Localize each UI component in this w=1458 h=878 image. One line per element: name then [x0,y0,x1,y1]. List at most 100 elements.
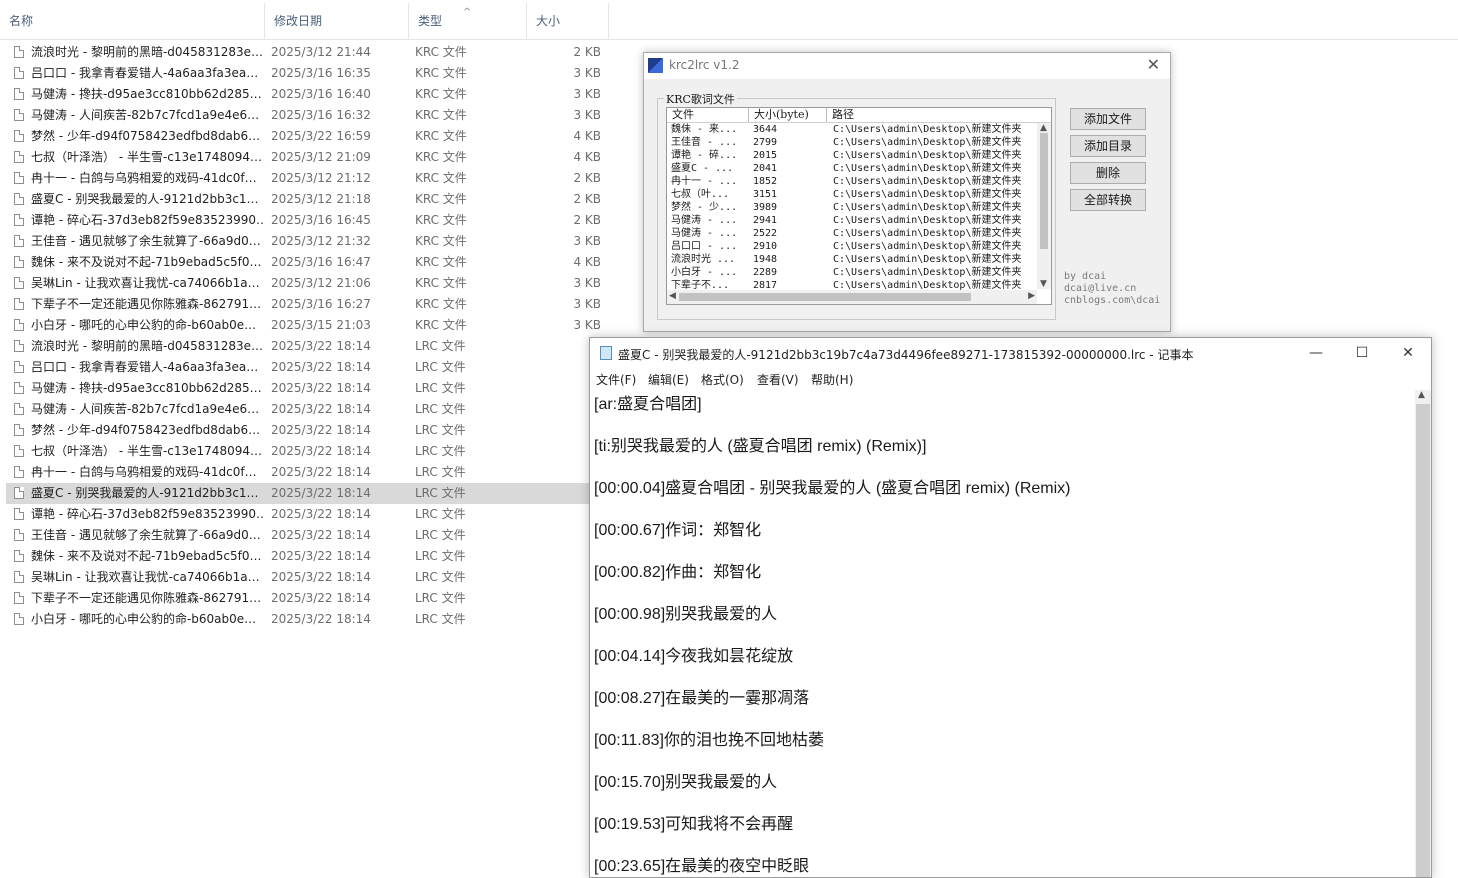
list-item[interactable]: 流浪时光 ... 1948 C:\Users\admin\Desktop\新建文件夹 [667,253,1037,266]
list-item[interactable]: 马健涛 - ... 2941 C:\Users\admin\Desktop\新建文件… [667,214,1037,227]
file-date: 2025/3/12 21:09 [271,150,371,164]
file-row[interactable]: 流浪时光 - 黎明前的黑暗-d045831283e… 2025/3/22 18:1… [6,336,608,357]
file-row[interactable]: 盛夏C - 别哭我最爱的人-9121d2bb3c1… 2025/3/12 21:1… [6,189,608,210]
scroll-down-icon[interactable]: ▼ [1040,279,1047,289]
scroll-up-icon[interactable]: ▲ [1418,390,1425,400]
scroll-thumb[interactable] [1416,404,1430,877]
file-row[interactable]: 梦然 - 少年-d94f0758423edfbd8dab6… 2025/3/22 … [6,126,608,147]
text-area[interactable]: [ar:盛夏合唱团] [ti:别哭我最爱的人 (盛夏合唱团 remix) (Rem… [590,390,1415,877]
file-row[interactable]: 冉十一 - 白鸽与乌鸦相爱的戏码-41dc0f… 2025/3/22 18:14 L… [6,462,608,483]
krc-file-listview[interactable]: 文件 大小(byte) 路径 魏佅 - 来... 3644 C:\Users\adm… [666,107,1052,305]
file-row[interactable]: 下辈子不一定还能遇见你陈雅森-862791… 2025/3/22 18:14 LRC… [6,588,608,609]
scroll-right-icon[interactable]: ▶ [1028,291,1035,301]
menu-edit[interactable]: 编辑(E) [648,371,689,388]
delete-button[interactable]: 删除 [1070,162,1146,184]
file-row[interactable]: 吴琳Lin - 让我欢喜让我忧-ca74066b1a… 2025/3/22 18:… [6,567,608,588]
list-item[interactable]: 盛夏C - ... 2041 C:\Users\admin\Desktop\新建文件… [667,162,1037,175]
header-size[interactable]: 大小(byte) [749,108,827,122]
list-item[interactable]: 王佳音 - ... 2799 C:\Users\admin\Desktop\新建文件… [667,136,1037,149]
file-size: 4 KB [573,129,601,143]
file-date: 2025/3/22 18:14 [271,507,371,521]
file-type: LRC 文件 [415,423,466,437]
add-directory-button[interactable]: 添加目录 [1070,135,1146,157]
file-icon [14,361,24,373]
file-row[interactable]: 吕口口 - 我拿青春爱错人-4a6aa3fa3ea… 2025/3/16 16:3… [6,63,608,84]
file-row[interactable]: 流浪时光 - 黎明前的黑暗-d045831283e… 2025/3/12 21:4… [6,42,608,63]
column-name[interactable]: 名称 [0,3,265,39]
column-date[interactable]: 修改日期 [265,3,409,39]
file-icon [14,487,24,499]
file-row[interactable]: 马健涛 - 搀扶-d95ae3cc810bb62d285… 2025/3/22 1… [6,378,608,399]
file-row[interactable]: 冉十一 - 白鸽与乌鸦相爱的戏码-41dc0f… 2025/3/12 21:12 K… [6,168,608,189]
file-name: 小白牙 - 哪吒的心申公豹的命-b60ab0e… [31,318,257,332]
menu-help[interactable]: 帮助(H) [811,371,853,388]
scroll-up-icon[interactable]: ▲ [1040,123,1047,133]
file-row[interactable]: 王佳音 - 遇见就够了余生就算了-66a9d0… 2025/3/12 21:32 K… [6,231,608,252]
scroll-thumb[interactable] [1040,133,1048,249]
file-row[interactable]: 马健涛 - 人间疾苦-82b7c7fcd1a9e4e6… 2025/3/22 18… [6,399,608,420]
add-file-button[interactable]: 添加文件 [1070,108,1146,130]
menu-file[interactable]: 文件(F) [596,371,636,388]
header-file[interactable]: 文件 [667,108,749,122]
file-name: 冉十一 - 白鸽与乌鸦相爱的戏码-41dc0f… [31,171,257,185]
list-item-file: 吕口口 - ... [671,241,738,252]
list-item[interactable]: 七叔（叶... 3151 C:\Users\admin\Desktop\新建文件夹 [667,188,1037,201]
file-row[interactable]: 小白牙 - 哪吒的心申公豹的命-b60ab0e… 2025/3/15 21:03 K… [6,315,608,336]
krc-title-bar[interactable]: krc2lrc v1.2 ✕ [644,53,1170,79]
file-size: 3 KB [573,234,601,248]
file-row[interactable]: 马健涛 - 人间疾苦-82b7c7fcd1a9e4e6… 2025/3/16 16… [6,105,608,126]
file-type: LRC 文件 [415,549,466,563]
file-type: LRC 文件 [415,591,466,605]
maximize-icon[interactable]: ☐ [1339,340,1385,366]
file-name: 下辈子不一定还能遇见你陈雅森-862791… [31,591,262,605]
file-row[interactable]: 王佳音 - 遇见就够了余生就算了-66a9d0… 2025/3/22 18:14 L… [6,525,608,546]
file-row[interactable]: 吴琳Lin - 让我欢喜让我忧-ca74066b1a… 2025/3/12 21:… [6,273,608,294]
list-item[interactable]: 小白牙 - ... 2289 C:\Users\admin\Desktop\新建文件… [667,266,1037,279]
scroll-left-icon[interactable]: ◀ [669,291,676,301]
file-type: KRC 文件 [415,171,467,185]
menu-format[interactable]: 格式(O) [701,371,744,388]
convert-all-button[interactable]: 全部转换 [1070,189,1146,211]
file-name: 谭艳 - 碎心石-37d3eb82f59e83523990… [31,507,263,521]
menu-view[interactable]: 查看(V) [757,371,799,388]
text-line: [00:19.53]可知我将不会再醒 [594,816,794,833]
header-path[interactable]: 路径 [827,108,1051,122]
file-row[interactable]: 七叔（叶泽浩） - 半生雪-c13e1748094… 2025/3/22 18:1… [6,441,608,462]
list-item-file: 七叔（叶... [671,189,730,200]
list-item[interactable]: 魏佅 - 来... 3644 C:\Users\admin\Desktop\新建文件… [667,123,1037,136]
list-item[interactable]: 梦然 - 少... 3989 C:\Users\admin\Desktop\新建文件… [667,201,1037,214]
file-row[interactable]: 马健涛 - 搀扶-d95ae3cc810bb62d285… 2025/3/16 1… [6,84,608,105]
vertical-scrollbar[interactable]: ▲ [1415,390,1431,877]
notepad-title-bar[interactable]: 盛夏C - 别哭我最爱的人-9121d2bb3c19b7c4a73d4496fe… [590,338,1431,368]
file-row[interactable]: 谭艳 - 碎心石-37d3eb82f59e83523990… 2025/3/22 … [6,504,608,525]
file-row[interactable]: 谭艳 - 碎心石-37d3eb82f59e83523990… 2025/3/16 … [6,210,608,231]
file-row[interactable]: 七叔（叶泽浩） - 半生雪-c13e1748094… 2025/3/12 21:0… [6,147,608,168]
close-icon[interactable]: ✕ [1147,55,1160,74]
list-item[interactable]: 冉十一 - ... 1852 C:\Users\admin\Desktop\新建文件… [667,175,1037,188]
file-row[interactable]: 小白牙 - 哪吒的心申公豹的命-b60ab0e… 2025/3/22 18:14 L… [6,609,608,630]
close-icon[interactable]: ✕ [1385,340,1431,366]
list-item[interactable]: 马健涛 - ... 2522 C:\Users\admin\Desktop\新建文件… [667,227,1037,240]
text-line: [ar:盛夏合唱团] [594,396,702,413]
file-name: 王佳音 - 遇见就够了余生就算了-66a9d0… [31,234,261,248]
file-row[interactable]: 盛夏C - 别哭我最爱的人-9121d2bb3c1… 2025/3/22 18:1… [6,483,608,504]
list-item-size: 3644 [753,124,778,135]
file-row[interactable]: 梦然 - 少年-d94f0758423edfbd8dab6… 2025/3/22 … [6,420,608,441]
column-size[interactable]: 大小 [527,3,609,39]
file-icon [14,67,24,79]
vertical-scrollbar[interactable]: ▲ ▼ [1037,123,1051,289]
file-row[interactable]: 吕口口 - 我拿青春爱错人-4a6aa3fa3ea… 2025/3/22 18:1… [6,357,608,378]
list-item[interactable]: 吕口口 - ... 2910 C:\Users\admin\Desktop\新建文件… [667,240,1037,253]
list-item-path: C:\Users\admin\Desktop\新建文件夹 [833,241,1022,252]
menu-bar: 文件(F) 编辑(E) 格式(O) 查看(V) 帮助(H) [590,368,1431,390]
file-row[interactable]: 魏佅 - 来不及说对不起-71b9ebad5c5f0… 2025/3/22 18:… [6,546,608,567]
file-size: 3 KB [573,108,601,122]
list-item[interactable]: 谭艳 - 碎... 2015 C:\Users\admin\Desktop\新建文件… [667,149,1037,162]
file-name: 梦然 - 少年-d94f0758423edfbd8dab6… [31,129,261,143]
scroll-thumb[interactable] [679,293,971,301]
file-row[interactable]: 魏佅 - 来不及说对不起-71b9ebad5c5f0… 2025/3/16 16:… [6,252,608,273]
file-icon [14,508,24,520]
file-row[interactable]: 下辈子不一定还能遇见你陈雅森-862791… 2025/3/16 16:27 KRC… [6,294,608,315]
horizontal-scrollbar[interactable]: ◀ ▶ [667,290,1037,304]
minimize-icon[interactable]: — [1293,340,1339,366]
